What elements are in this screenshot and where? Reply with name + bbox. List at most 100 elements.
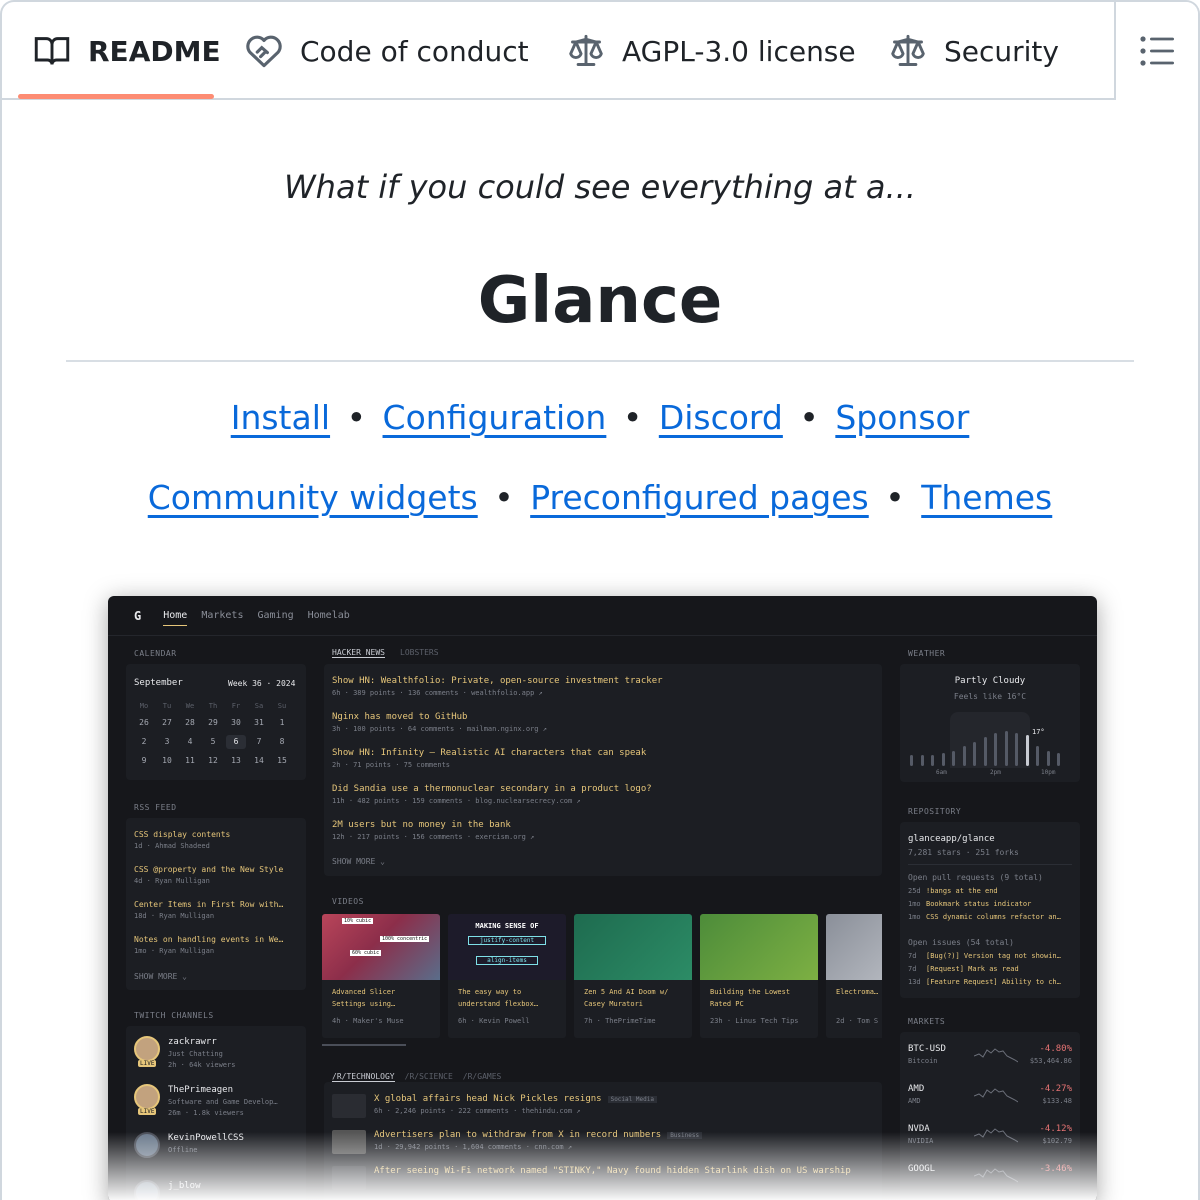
calendar-day: 28 <box>185 718 195 727</box>
videos-row: 10% cubic 100% concentric 60% cubic Advance… <box>322 914 882 1038</box>
thumb-label: 100% concentric <box>380 936 430 942</box>
calendar-weekday: Sa <box>254 702 264 710</box>
repo-stats: 7,281 stars · 251 forks <box>908 848 1019 857</box>
repo-pr: 1mo CSS dynamic columns refactor an… <box>908 913 1061 921</box>
weather-bar <box>983 737 987 766</box>
channel-name: zackrawrr <box>168 1037 217 1047</box>
tab-readme-label: README <box>88 34 221 68</box>
rss-item: Notes on handling events in We… 1mo · Rya… <box>134 935 304 955</box>
calendar-day: 30 <box>231 718 241 727</box>
repo-issue-age: 7d <box>908 965 917 973</box>
rss-item-meta: 1mo · Ryan Mulligan <box>134 947 215 955</box>
market-change: -4.80% <box>1039 1044 1072 1054</box>
hn-item-title: Show HN: Wealthfolio: Private, open-sour… <box>332 676 663 686</box>
repo-issue: 7d [Request] Mark as read <box>908 965 1019 973</box>
rss-item-title: CSS @property and the New Style <box>134 865 284 874</box>
repo-pr-title: !bangs at the end <box>926 887 998 895</box>
themes-link[interactable]: Themes <box>921 478 1052 517</box>
weather-bar <box>1036 746 1039 766</box>
configuration-link[interactable]: Configuration <box>383 398 607 437</box>
active-tab-indicator <box>18 94 214 99</box>
repo-issue: 13d [Feature Request] Ability to ch… <box>908 978 1061 986</box>
video-meta: 23h · Linus Tech Tips <box>710 1017 799 1025</box>
community-widgets-link[interactable]: Community widgets <box>148 478 478 517</box>
calendar-day: 5 <box>210 737 216 746</box>
calendar-weekday: Tu <box>162 702 172 710</box>
weather-temp-label: 17° <box>1032 728 1045 736</box>
video-meta: 4h · Maker's Muse <box>332 1017 404 1025</box>
weather-hour-3: 10pm <box>1041 769 1056 776</box>
rss-item-meta: 4d · Ryan Mulligan <box>134 877 210 885</box>
market-symbol: AMD <box>908 1084 925 1094</box>
video-title: Advanced Slicer Settings using… <box>332 988 396 1008</box>
video-card: MAKING SENSE OF justify-content align-item… <box>448 914 566 1038</box>
video-card: Zen 5 And AI Doom w/ Casey Muratori 7h · … <box>574 914 692 1038</box>
sponsor-link[interactable]: Sponsor <box>835 398 969 437</box>
channel-avatar <box>134 1084 160 1110</box>
calendar-day: 29 <box>208 718 218 727</box>
scale-icon <box>569 34 603 66</box>
glance-preview-screenshot[interactable]: G Home Markets Gaming Homelab CALENDAR S… <box>108 596 1097 1200</box>
link-separator: • <box>494 478 514 517</box>
calendar-day: 3 <box>164 737 170 746</box>
hn-show-more: SHOW MORE ⌄ <box>332 857 385 866</box>
rss-item-title: Center Items in First Row with… <box>134 900 284 909</box>
repo-divider <box>908 864 1072 865</box>
channel-viewers: 2h · 64k viewers <box>168 1061 236 1069</box>
live-badge: LIVE <box>138 1108 157 1115</box>
calendar-day: 13 <box>231 756 241 765</box>
weather-bars <box>910 722 1070 766</box>
hn-item-meta: 6h · 389 points · 136 comments · wealthf… <box>332 689 543 697</box>
video-title: Electroma… Aircraft <box>836 988 882 996</box>
install-link[interactable]: Install <box>231 398 330 437</box>
preconfigured-pages-link[interactable]: Preconfigured pages <box>530 478 869 517</box>
video-card: 10% cubic 100% concentric 60% cubic Advance… <box>322 914 440 1038</box>
preview-nav-markets: Markets <box>201 610 244 621</box>
rss-item: CSS display contents 1d · Ahmad Shadeed <box>134 830 304 850</box>
hn-item-title: 2M users but no money in the bank <box>332 820 511 830</box>
market-sparkline <box>974 1048 1018 1063</box>
calendar-weekday: Th <box>208 702 218 710</box>
tab-readme[interactable]: README <box>34 2 221 100</box>
hn-item: Show HN: Infinity – Realistic AI charact… <box>332 748 872 769</box>
calendar-day: 2 <box>141 737 147 746</box>
markets-heading: MARKETS <box>908 1017 946 1026</box>
hn-item: Show HN: Wealthfolio: Private, open-sour… <box>332 676 872 697</box>
repo-issue-title: [Bug(?)] Version tag not showin… <box>926 952 1061 960</box>
outline-menu-button[interactable] <box>1114 2 1198 100</box>
rss-item-meta: 1d · Ahmad Shadeed <box>134 842 210 850</box>
hn-item-title: Did Sandia use a thermonuclear secondary… <box>332 784 652 794</box>
links-row-secondary: Community widgets • Preconfigured pages … <box>2 478 1198 517</box>
calendar-week: Week 36 · 2024 <box>228 679 296 688</box>
video-thumbnail <box>574 914 692 980</box>
weather-bar <box>910 755 913 766</box>
reddit-tabs: /R/TECHNOLOGY/R/SCIENCE/R/GAMES <box>332 1064 511 1083</box>
tab-bar: README Code of conduct AGPL-3.0 license … <box>2 2 1198 100</box>
thumb-label: 10% cubic <box>342 918 374 924</box>
rss-item-title: Notes on handling events in We… <box>134 935 284 944</box>
hn-item-meta: 2h · 71 points · 75 comments <box>332 761 451 769</box>
rss-item: CSS @property and the New Style 4d · Ryan… <box>134 865 304 885</box>
link-separator: • <box>622 398 643 437</box>
channel-viewers: 26m · 1.8k viewers <box>168 1109 244 1117</box>
tab-security[interactable]: Security <box>890 2 1059 100</box>
thumb-label: justify-content <box>468 936 546 945</box>
calendar-grid: Mo Tu We Th Fr Sa Su 26 27 28 29 30 31 1 2 3 4 5 6 7 8 9 10 11 1… <box>134 702 298 772</box>
repo-issue-title: [Request] Mark as read <box>926 965 1019 973</box>
thumb-label: MAKING SENSE OF <box>475 922 539 930</box>
discord-link[interactable]: Discord <box>659 398 783 437</box>
hn-item-meta: 12h · 217 points · 156 comments · exerci… <box>332 833 535 841</box>
tab-security-label: Security <box>944 34 1059 68</box>
market-price: $53,464.86 <box>1029 1057 1072 1065</box>
calendar-heading: CALENDAR <box>134 649 177 658</box>
calendar-weekday: Su <box>277 702 287 710</box>
links-row-primary: Install • Configuration • Discord • Spon… <box>2 398 1198 437</box>
tab-code-of-conduct[interactable]: Code of conduct <box>246 2 529 100</box>
market-sparkline <box>974 1088 1018 1103</box>
tab-license[interactable]: AGPL-3.0 license <box>568 2 856 100</box>
weather-bar <box>1057 752 1060 766</box>
thumb-label: align-items <box>476 956 538 965</box>
weather-bar <box>1015 733 1018 766</box>
calendar-weekday: Fr <box>231 702 241 710</box>
weather-bar <box>1025 735 1029 766</box>
